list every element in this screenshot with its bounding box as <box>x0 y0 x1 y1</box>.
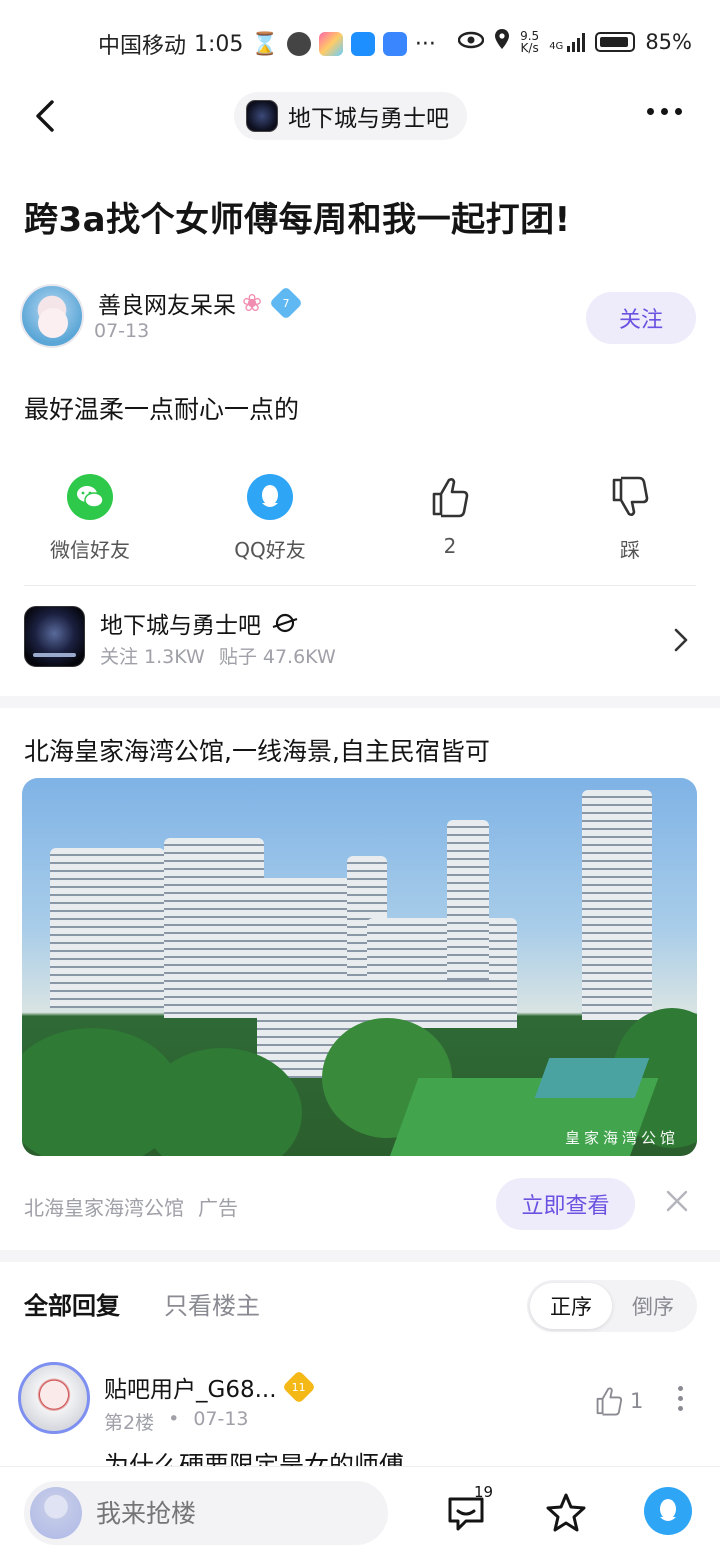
reply-text: 为什么硬要限定是女的师傅 <box>104 1452 404 1466</box>
app-notification-icon <box>286 32 311 56</box>
qq-icon <box>247 474 293 520</box>
planet-icon <box>272 613 298 633</box>
forum-pill-label: 地下城与勇士吧 <box>288 106 449 132</box>
reply-name-row: 贴吧用户_G68... 11 <box>104 1370 316 1404</box>
reply-avatar[interactable] <box>18 1362 90 1434</box>
more-notifications-icon: ··· <box>414 31 436 57</box>
reply-user[interactable]: 贴吧用户_G68... <box>104 1370 277 1404</box>
battery-icon <box>595 31 636 52</box>
share-wechat-button[interactable]: 微信好友 <box>0 474 180 563</box>
ad-watermark: 皇家海湾公馆 <box>564 1129 679 1147</box>
reply-meta: 第2楼 • 07-13 <box>104 1408 249 1435</box>
carrier-label: 中国移动 <box>98 34 187 59</box>
forum-card[interactable]: 地下城与勇士吧 关注 1.3KW 贴子 47.6KW <box>0 600 720 680</box>
flower-icon: ❀ <box>242 289 263 317</box>
level-badge: 7 <box>269 286 304 320</box>
wechat-icon <box>67 474 113 520</box>
reply-like-button[interactable]: 1 <box>594 1386 643 1416</box>
reply-floor: 第2楼 <box>104 1412 155 1434</box>
share-wechat-label: 微信好友 <box>50 538 130 562</box>
hourglass-icon: ⌛ <box>251 31 279 57</box>
ad-view-button[interactable]: 立即查看 <box>496 1178 635 1230</box>
level-badge: 11 <box>281 1370 316 1404</box>
eleme-notification-icon <box>350 32 375 56</box>
status-bar-left: 中国移动 1:05 ⌛ ··· <box>98 28 436 60</box>
section-separator <box>0 1250 720 1262</box>
forum-stats: 关注 1.3KW 贴子 47.6KW <box>100 642 336 669</box>
author-avatar[interactable] <box>20 284 84 348</box>
dot-icon <box>661 108 668 115</box>
top-nav: 地下城与勇士吧 <box>0 90 720 144</box>
status-bar-right: 9.5 K/s 4G 85% <box>457 28 692 55</box>
forum-name-row: 地下城与勇士吧 <box>100 606 299 640</box>
tab-owner-only[interactable]: 只看楼主 <box>164 1286 260 1321</box>
author-name-row: 善良网友呆呆 ❀ 7 <box>98 286 304 320</box>
chevron-right-icon <box>674 628 688 652</box>
forum-logo-small <box>246 100 278 132</box>
eye-icon <box>457 30 485 54</box>
ad-image[interactable]: 皇家海湾公馆 <box>22 778 697 1156</box>
like-button[interactable]: 2 <box>360 474 540 558</box>
reply-like-count: 1 <box>630 1389 644 1413</box>
reply-date: 07-13 <box>193 1408 249 1430</box>
forum-name: 地下城与勇士吧 <box>100 613 261 639</box>
signal-icon: 4G <box>549 32 586 52</box>
like-count: 2 <box>443 534 457 558</box>
battery-level: 85% <box>645 29 692 54</box>
thumbs-up-icon <box>427 474 473 520</box>
back-button[interactable] <box>28 96 68 136</box>
net-speed: 9.5 K/s <box>520 28 540 55</box>
follow-button[interactable]: 关注 <box>586 292 696 344</box>
forum-posts: 贴子 47.6KW <box>218 646 336 668</box>
share-qq-label: QQ好友 <box>234 538 306 562</box>
sort-desc-button[interactable]: 倒序 <box>612 1283 694 1329</box>
clock: 1:05 <box>194 31 244 57</box>
close-icon[interactable] <box>664 1188 690 1214</box>
section-separator <box>0 696 720 708</box>
share-row: 微信好友 QQ好友 2 踩 <box>0 474 720 564</box>
ad-source-row: 北海皇家海湾公馆 广告 <box>24 1192 238 1221</box>
reply-input-box[interactable] <box>24 1481 388 1545</box>
post-date: 07-13 <box>94 320 150 342</box>
reply-tabs: 全部回复 只看楼主 <box>24 1286 260 1321</box>
sort-toggle: 正序 倒序 <box>527 1280 697 1332</box>
forum-followers: 关注 1.3KW <box>100 646 205 668</box>
thumbs-up-icon <box>596 1387 623 1416</box>
qq-share-button[interactable] <box>644 1487 692 1535</box>
gallery-notification-icon <box>318 32 343 56</box>
forum-logo <box>24 606 85 667</box>
my-avatar <box>30 1487 82 1539</box>
dot-icon <box>647 108 654 115</box>
reply-input[interactable] <box>96 1498 356 1528</box>
tab-all-replies[interactable]: 全部回复 <box>24 1286 120 1321</box>
dislike-button[interactable]: 踩 <box>540 474 720 563</box>
qq-icon <box>660 1499 676 1521</box>
more-options-button[interactable] <box>647 108 682 115</box>
divider <box>24 585 696 586</box>
comment-count: 19 <box>474 1483 494 1501</box>
author-name[interactable]: 善良网友呆呆 <box>98 286 236 320</box>
forum-pill-button[interactable]: 地下城与勇士吧 <box>234 92 467 140</box>
share-qq-button[interactable]: QQ好友 <box>180 474 360 563</box>
star-icon[interactable] <box>544 1491 588 1535</box>
location-icon <box>494 28 510 55</box>
dislike-label: 踩 <box>620 538 640 562</box>
post-title: 跨3a找个女师傅每周和我一起打团! <box>24 200 571 240</box>
dot-icon <box>675 108 682 115</box>
back-arrow-icon <box>36 100 54 132</box>
post-body: 最好温柔一点耐心一点的 <box>24 395 300 424</box>
ad-source: 北海皇家海湾公馆 <box>24 1196 184 1220</box>
cloud-notification-icon <box>382 32 407 56</box>
ad-label: 广告 <box>198 1196 238 1220</box>
sort-asc-button[interactable]: 正序 <box>530 1283 612 1329</box>
ad-title[interactable]: 北海皇家海湾公馆,一线海景,自主民宿皆可 <box>24 732 490 768</box>
bottom-bar: 19 <box>0 1466 720 1560</box>
status-bar: 中国移动 1:05 ⌛ ··· 9.5 K/s 4G 85% <box>0 0 720 90</box>
meta-separator: • <box>168 1408 180 1430</box>
reply-more-button[interactable] <box>678 1386 683 1411</box>
thumbs-down-icon <box>607 474 653 520</box>
